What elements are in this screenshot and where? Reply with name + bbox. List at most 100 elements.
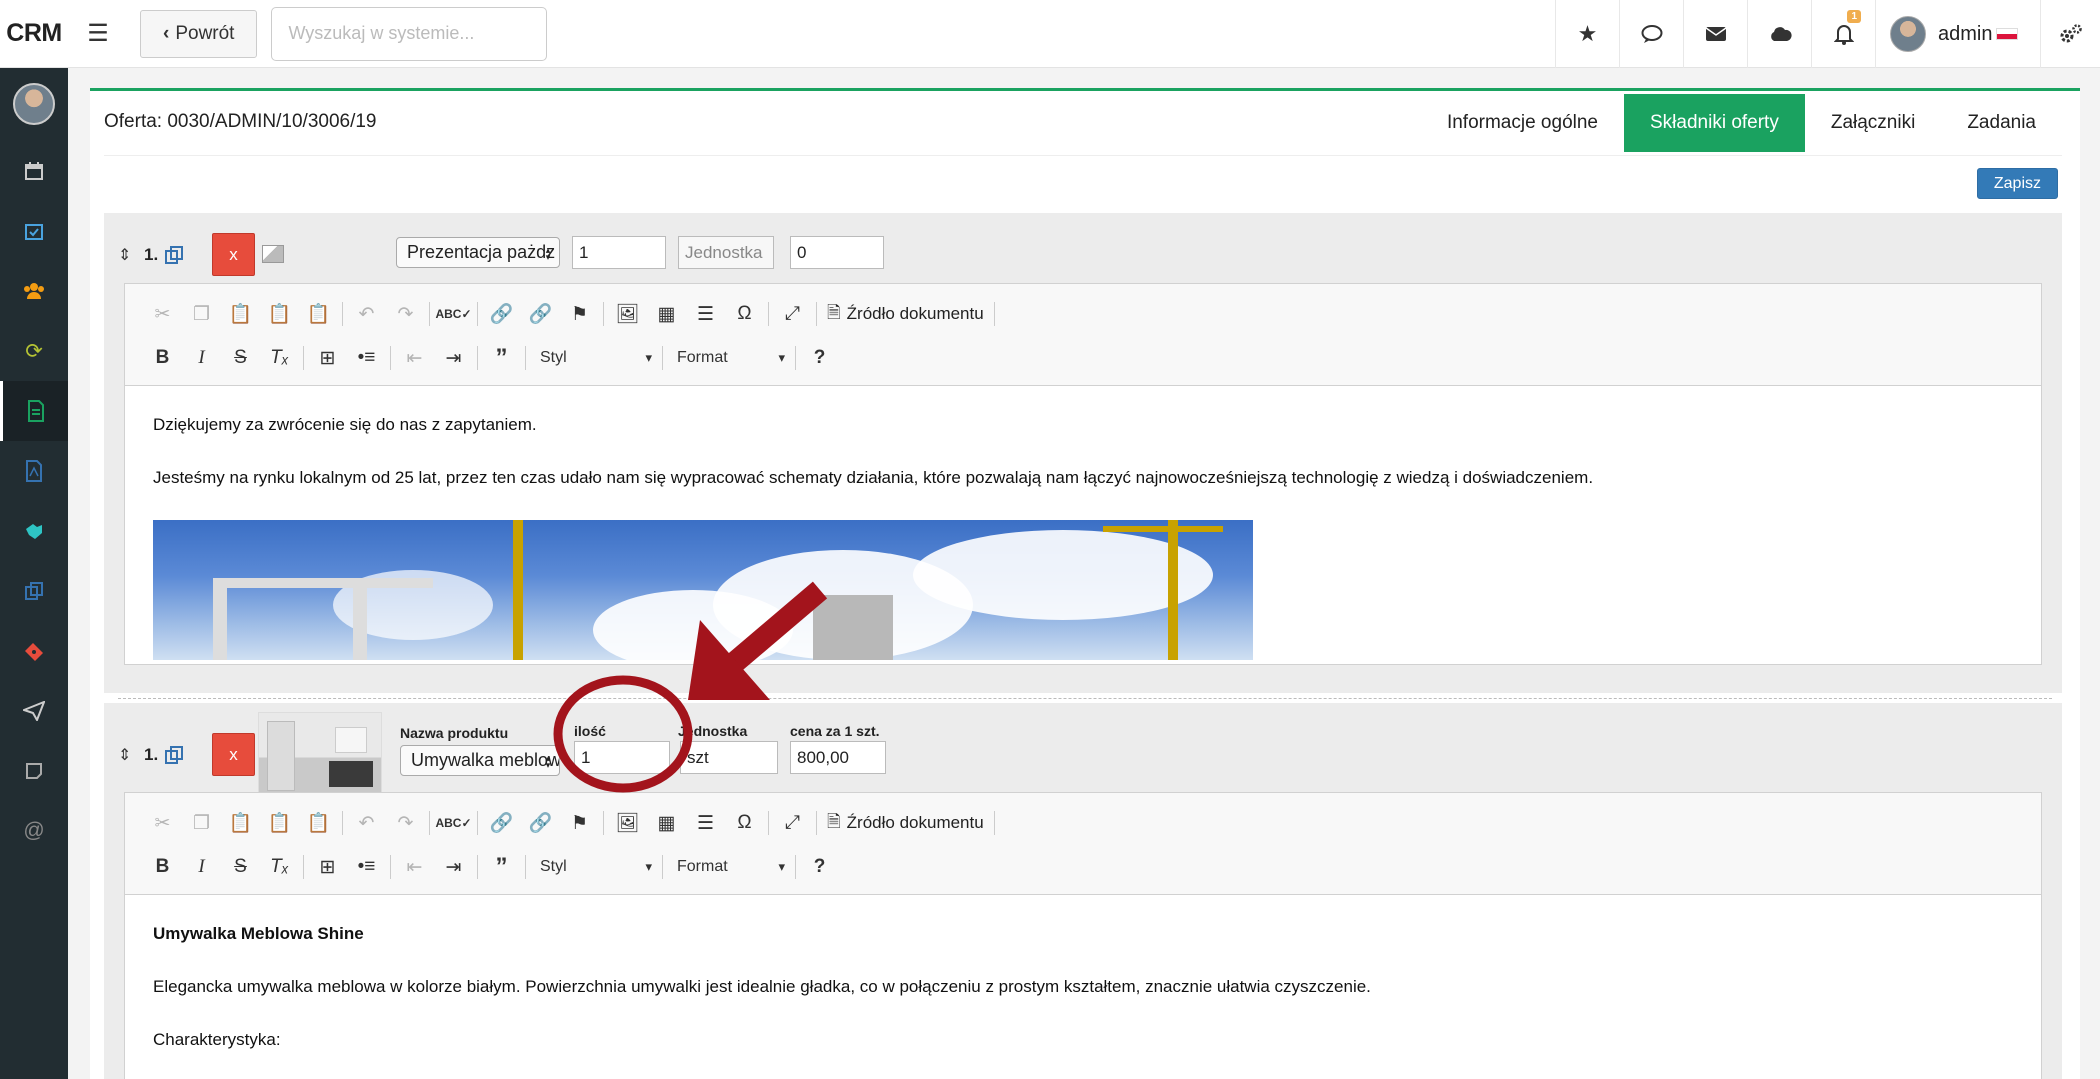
bold-icon[interactable]: B	[143, 850, 182, 884]
image-insert-icon[interactable]: 🖼	[608, 806, 647, 840]
link-icon[interactable]: 🔗	[482, 806, 521, 840]
outdent-icon[interactable]: ⇤	[395, 341, 434, 375]
ticket-icon[interactable]	[0, 621, 68, 681]
delete-item-button[interactable]: x	[212, 233, 255, 276]
spellcheck-icon[interactable]: ABC✓	[434, 806, 473, 840]
horizontal-line-icon[interactable]: ☰	[686, 806, 725, 840]
copy-text-icon[interactable]: ❐	[182, 806, 221, 840]
spellcheck-icon[interactable]: ABC✓	[434, 297, 473, 331]
numbered-list-icon[interactable]: ⊞	[308, 341, 347, 375]
paste-word-icon[interactable]: 📋	[299, 297, 338, 331]
bulleted-list-icon[interactable]: •≡	[347, 850, 386, 884]
menu-toggle-icon[interactable]: ☰	[68, 0, 128, 68]
note-icon[interactable]	[0, 741, 68, 801]
paste-text-icon[interactable]: 📋	[260, 297, 299, 331]
help-icon[interactable]: ?	[800, 850, 839, 884]
style-dropdown[interactable]: Styl	[530, 343, 658, 373]
calendar-icon[interactable]	[0, 141, 68, 201]
copy-icon[interactable]	[164, 745, 184, 770]
construction-image[interactable]	[153, 519, 1253, 660]
cut-icon[interactable]: ✂	[143, 297, 182, 331]
calendar-check-icon[interactable]	[0, 201, 68, 261]
italic-icon[interactable]: I	[182, 341, 221, 375]
star-icon[interactable]: ★	[1555, 0, 1619, 68]
at-sign-icon[interactable]: @	[0, 801, 68, 861]
source-button[interactable]: 🗎 Źródło dokumentu	[821, 300, 990, 329]
drag-handle-icon[interactable]: ⇕	[118, 745, 131, 765]
gears-icon[interactable]	[2040, 0, 2100, 68]
help-icon[interactable]: ?	[800, 341, 839, 375]
drag-handle-icon[interactable]: ⇕	[118, 245, 131, 265]
source-button[interactable]: 🗎 Źródło dokumentu	[821, 809, 990, 838]
product-select[interactable]: Umywalka meblowa	[400, 745, 560, 776]
redo-icon[interactable]: ↷	[386, 297, 425, 331]
format-dropdown[interactable]: Format	[667, 852, 791, 882]
unlink-icon[interactable]: 🔗	[521, 297, 560, 331]
horizontal-line-icon[interactable]: ☰	[686, 297, 725, 331]
tab-offer-items[interactable]: Składniki oferty	[1624, 94, 1805, 152]
copy-icon[interactable]	[0, 561, 68, 621]
blockquote-icon[interactable]: ”	[482, 341, 521, 375]
paste-icon[interactable]: 📋	[221, 297, 260, 331]
bell-icon[interactable]: 1	[1811, 0, 1875, 68]
chat-icon[interactable]	[1619, 0, 1683, 68]
users-icon[interactable]	[0, 261, 68, 321]
quantity-input[interactable]: 1	[572, 236, 666, 269]
strikethrough-icon[interactable]: S	[221, 341, 260, 375]
cut-icon[interactable]: ✂	[143, 806, 182, 840]
style-dropdown[interactable]: Styl	[530, 852, 658, 882]
image-icon[interactable]	[262, 245, 284, 263]
user-menu[interactable]: admin	[1875, 0, 2040, 68]
delete-item-button[interactable]: x	[212, 733, 255, 776]
tab-general-info[interactable]: Informacje ogólne	[1421, 94, 1624, 152]
format-dropdown[interactable]: Format	[667, 343, 791, 373]
price-input[interactable]: 0	[790, 236, 884, 269]
strikethrough-icon[interactable]: S	[221, 850, 260, 884]
brand-logo[interactable]: CRM	[0, 0, 68, 68]
undo-icon[interactable]: ↶	[347, 297, 386, 331]
search-input[interactable]	[271, 6, 548, 61]
unit-input[interactable]: szt	[680, 741, 778, 774]
copy-icon[interactable]	[164, 245, 184, 270]
indent-icon[interactable]: ⇥	[434, 341, 473, 375]
remove-format-icon[interactable]: Tₓ	[260, 850, 299, 884]
handshake-icon[interactable]	[0, 501, 68, 561]
tab-attachments[interactable]: Załączniki	[1805, 94, 1941, 152]
undo-icon[interactable]: ↶	[347, 806, 386, 840]
redo-icon[interactable]: ↷	[386, 806, 425, 840]
paste-icon[interactable]: 📋	[221, 806, 260, 840]
table-icon[interactable]: ▦	[647, 806, 686, 840]
blockquote-icon[interactable]: ”	[482, 850, 521, 884]
unit-input[interactable]: Jednostka	[678, 236, 774, 269]
pdf-icon[interactable]	[0, 441, 68, 501]
save-button[interactable]: Zapisz	[1976, 168, 2058, 199]
numbered-list-icon[interactable]: ⊞	[308, 850, 347, 884]
refresh-icon[interactable]: ⟳	[0, 321, 68, 381]
copy-text-icon[interactable]: ❐	[182, 297, 221, 331]
bulleted-list-icon[interactable]: •≡	[347, 341, 386, 375]
omega-icon[interactable]: Ω	[725, 806, 764, 840]
product-thumbnail[interactable]	[258, 712, 382, 795]
unlink-icon[interactable]: 🔗	[521, 806, 560, 840]
back-button[interactable]: ‹ Powrót	[140, 9, 258, 58]
outdent-icon[interactable]: ⇤	[395, 850, 434, 884]
link-icon[interactable]: 🔗	[482, 297, 521, 331]
editor-content[interactable]: Dziękujemy za zwrócenie się do nas z zap…	[125, 386, 2041, 660]
bold-icon[interactable]: B	[143, 341, 182, 375]
italic-icon[interactable]: I	[182, 850, 221, 884]
quantity-input[interactable]: 1	[574, 741, 670, 774]
table-icon[interactable]: ▦	[647, 297, 686, 331]
anchor-flag-icon[interactable]: ⚑	[560, 806, 599, 840]
document-icon[interactable]	[0, 381, 68, 441]
envelope-icon[interactable]	[1683, 0, 1747, 68]
image-insert-icon[interactable]: 🖼	[608, 297, 647, 331]
omega-icon[interactable]: Ω	[725, 297, 764, 331]
paste-text-icon[interactable]: 📋	[260, 806, 299, 840]
remove-format-icon[interactable]: Tₓ	[260, 341, 299, 375]
sidebar-avatar[interactable]	[13, 83, 55, 125]
indent-icon[interactable]: ⇥	[434, 850, 473, 884]
tab-tasks[interactable]: Zadania	[1941, 94, 2062, 152]
price-input[interactable]: 800,00	[790, 741, 886, 774]
paste-word-icon[interactable]: 📋	[299, 806, 338, 840]
anchor-flag-icon[interactable]: ⚑	[560, 297, 599, 331]
